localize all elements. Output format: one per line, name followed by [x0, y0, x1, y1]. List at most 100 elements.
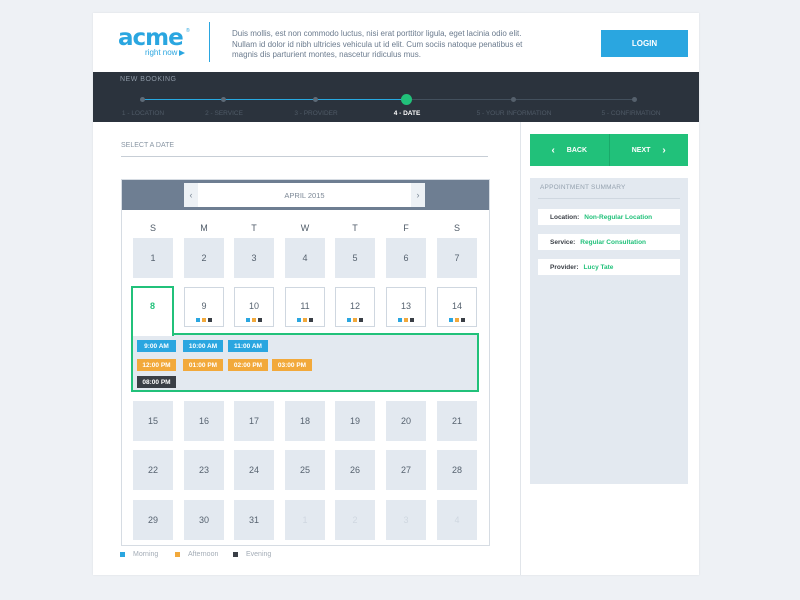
weekday-mon: M: [200, 223, 208, 233]
evening-dot: [208, 318, 212, 322]
calendar-day: 1: [133, 238, 173, 278]
next-month-day: 3: [386, 500, 426, 540]
month-selector: ‹ APRIL 2015 ›: [184, 183, 425, 207]
month-label: APRIL 2015: [284, 190, 325, 200]
back-button[interactable]: ‹ BACK: [530, 134, 609, 166]
afternoon-dot: [303, 318, 307, 322]
login-button[interactable]: LOGIN: [601, 30, 688, 57]
step-dot-provider: [313, 97, 318, 102]
calendar-day: 6: [386, 238, 426, 278]
time-slot-evening[interactable]: 08:00 PM: [137, 376, 176, 388]
step-dot-date: [401, 94, 412, 105]
step-label-location[interactable]: 1 - LOCATION: [122, 110, 164, 117]
acme-logo[interactable]: acme ® right now: [118, 27, 190, 63]
calendar-day: 27: [386, 450, 426, 490]
availability-dots: [387, 318, 425, 322]
time-slot-afternoon[interactable]: 02:00 PM: [228, 359, 268, 371]
calendar-day: 28: [437, 450, 477, 490]
step-dot-information: [511, 97, 516, 102]
step-dot-confirmation: [632, 97, 637, 102]
evening-dot: [461, 318, 465, 322]
availability-dots: [235, 318, 273, 322]
legend-label: Morning: [133, 551, 159, 558]
section-rule: [121, 156, 488, 157]
time-slot-afternoon[interactable]: 03:00 PM: [272, 359, 312, 371]
day-number: 10: [248, 301, 259, 311]
time-slot-morning[interactable]: 9:00 AM: [137, 340, 176, 352]
next-month-day: 4: [437, 500, 477, 540]
step-label-provider[interactable]: 3 - PROVIDER: [294, 110, 337, 117]
weekday-tue: T: [251, 223, 257, 233]
availability-dots: [336, 318, 374, 322]
calendar-day: 21: [437, 401, 477, 441]
afternoon-swatch: [175, 552, 180, 557]
calendar-day: 25: [285, 450, 325, 490]
calendar-header: ‹ APRIL 2015 ›: [122, 180, 489, 210]
calendar-day: 29: [133, 500, 173, 540]
morning-dot: [297, 318, 301, 322]
calendar-day: 17: [234, 401, 274, 441]
calendar-day: 31: [234, 500, 274, 540]
selected-day-joiner: [133, 333, 172, 335]
afternoon-dot: [455, 318, 459, 322]
step-dot-service: [221, 97, 226, 102]
summary-value: Lucy Tate: [583, 263, 614, 271]
calendar-day: 16: [184, 401, 224, 441]
appointment-summary: APPOINTMENT SUMMARY Location: Non-Regula…: [530, 178, 688, 484]
day-number: 12: [349, 301, 360, 311]
summary-key: Service:: [550, 238, 576, 246]
summary-location: Location: Non-Regular Location: [538, 209, 680, 225]
morning-dot: [449, 318, 453, 322]
calendar-day: 5: [335, 238, 375, 278]
morning-dot: [196, 318, 200, 322]
step-label-date: 4 - DATE: [393, 110, 421, 117]
progress-fill: [142, 99, 407, 100]
calendar-day: 23: [184, 450, 224, 490]
column-divider: [520, 122, 521, 575]
time-slot-afternoon[interactable]: 01:00 PM: [183, 359, 223, 371]
afternoon-dot: [353, 318, 357, 322]
time-slot-morning[interactable]: 10:00 AM: [183, 340, 223, 352]
morning-dot: [246, 318, 250, 322]
available-day[interactable]: 9: [184, 287, 224, 327]
weekday-sat: S: [453, 223, 460, 233]
calendar-day: 30: [184, 500, 224, 540]
morning-dot: [347, 318, 351, 322]
weekday-thu: T: [352, 223, 358, 233]
available-day[interactable]: 13: [386, 287, 426, 327]
selected-day-number: 8: [149, 301, 155, 311]
evening-swatch: [233, 552, 238, 557]
chevron-left-icon: ‹: [551, 144, 555, 156]
next-month-icon[interactable]: ›: [411, 183, 425, 207]
summary-key: Provider:: [550, 263, 579, 271]
afternoon-dot: [202, 318, 206, 322]
evening-dot: [410, 318, 414, 322]
step-dot-location: [140, 97, 145, 102]
selected-day[interactable]: 8: [131, 286, 174, 336]
weekday-wed: W: [300, 223, 310, 233]
back-label: BACK: [566, 146, 588, 154]
legend-label: Afternoon: [188, 551, 219, 558]
logo-registered-mark: ®: [186, 28, 190, 34]
morning-dot: [398, 318, 402, 322]
step-label-service[interactable]: 2 - SERVICE: [205, 110, 243, 117]
booking-progress: NEW BOOKING 1 - LOCATION 2 - SERVICE 3 -…: [93, 72, 699, 122]
summary-value: Non-Regular Location: [584, 213, 653, 221]
morning-swatch: [120, 552, 125, 557]
calendar-day: 20: [386, 401, 426, 441]
summary-key: Location:: [550, 213, 580, 221]
summary-title: APPOINTMENT SUMMARY: [540, 184, 626, 191]
available-day[interactable]: 11: [285, 287, 325, 327]
prev-month-icon[interactable]: ‹: [184, 183, 198, 207]
day-number: 11: [300, 301, 310, 311]
time-slot-morning[interactable]: 11:00 AM: [228, 340, 268, 352]
available-day[interactable]: 12: [335, 287, 375, 327]
time-slot-afternoon[interactable]: 12:00 PM: [137, 359, 176, 371]
next-button[interactable]: NEXT ›: [610, 134, 689, 166]
summary-rule: [538, 198, 680, 199]
day-number: 9: [201, 301, 207, 311]
available-day[interactable]: 10: [234, 287, 274, 327]
summary-service: Service: Regular Consultation: [538, 234, 680, 250]
available-day[interactable]: 14: [437, 287, 477, 327]
availability-dots: [438, 318, 476, 322]
